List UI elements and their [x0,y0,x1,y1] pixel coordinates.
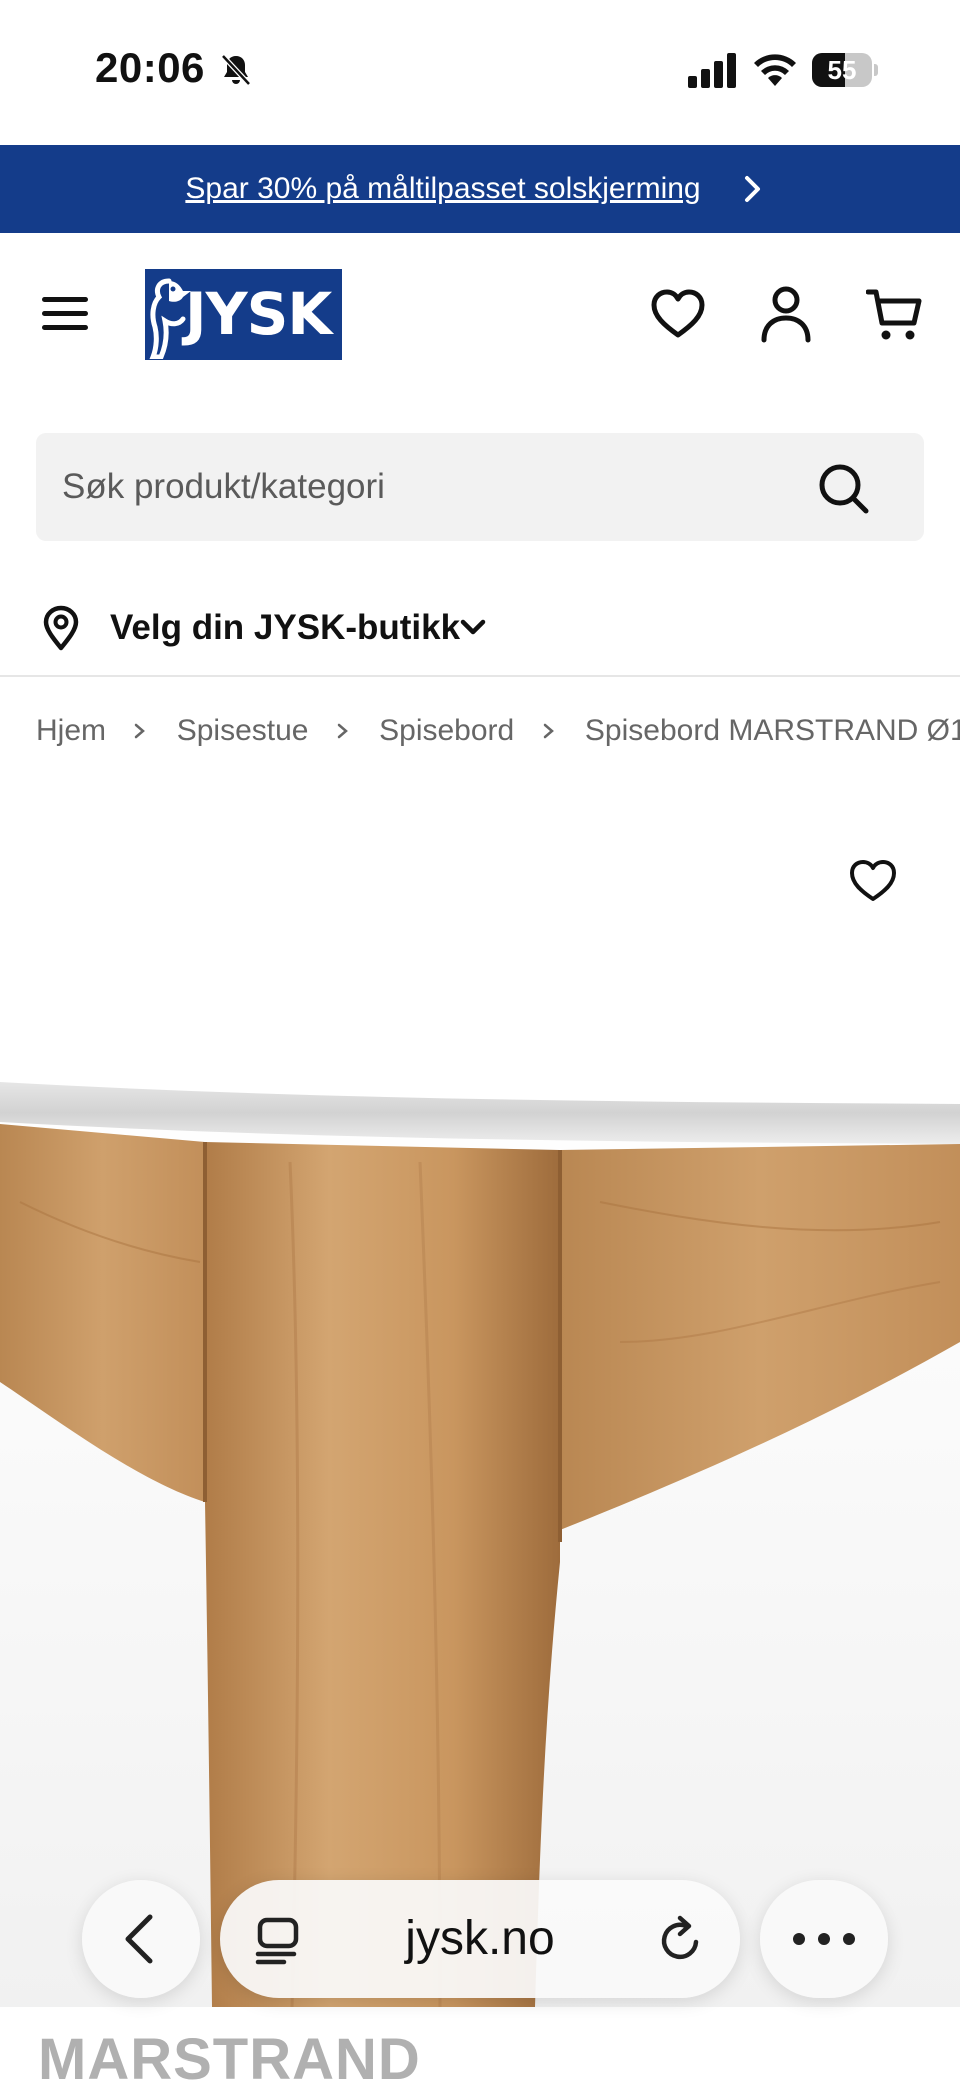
battery-icon: 55 [812,53,878,87]
breadcrumb: Hjem Spisestue Spisebord Spisebord MARST… [36,706,960,756]
breadcrumb-current: Spisebord MARSTRAND Ø11 [584,714,960,747]
more-button[interactable] [760,1880,888,1998]
breadcrumb-dining-tables[interactable]: Spisebord [379,706,514,756]
store-label[interactable]: Velg din JYSK-butikk [110,605,460,651]
back-button[interactable] [82,1880,200,1998]
address-bar[interactable]: jysk.no [220,1880,740,1998]
table-photo [0,782,960,2007]
logo-wordmark: JYSK [185,280,332,348]
reload-icon[interactable] [656,1914,706,1966]
location-pin-icon [43,605,79,651]
wifi-icon [754,54,796,86]
status-bar: 20:06 55 [0,0,960,145]
jysk-logo[interactable]: JYSK [145,269,342,360]
search-icon[interactable] [816,461,872,517]
battery-percent: 55 [827,55,857,85]
more-icon [793,1933,855,1945]
user-icon[interactable] [758,285,814,343]
chevron-down-icon[interactable] [458,615,488,641]
back-icon [125,1914,153,1964]
promo-banner[interactable]: Spar 30% på måltilpasset solskjerming [0,145,960,233]
chevron-right-icon [317,706,371,756]
status-time: 20:06 [95,44,205,91]
chevron-right-icon [523,706,577,756]
breadcrumb-home[interactable]: Hjem [36,706,106,756]
bell-off-icon [221,54,251,86]
chevron-right-icon [745,176,760,202]
heart-icon[interactable] [848,858,898,904]
cart-icon[interactable] [866,287,924,343]
product-title: MARSTRAND [38,2027,421,2092]
chevron-right-icon [114,706,168,756]
breadcrumb-dining-room[interactable]: Spisestue [177,706,309,756]
header-divider [0,675,960,677]
product-image[interactable] [0,782,960,2007]
search-bar [36,433,924,541]
search-input[interactable] [62,433,822,541]
store-selector[interactable]: Velg din JYSK-butikk [0,585,960,675]
signal-icon [688,53,736,88]
menu-icon[interactable] [40,293,90,335]
site-header: JYSK [0,233,960,403]
heart-icon[interactable] [650,288,706,340]
